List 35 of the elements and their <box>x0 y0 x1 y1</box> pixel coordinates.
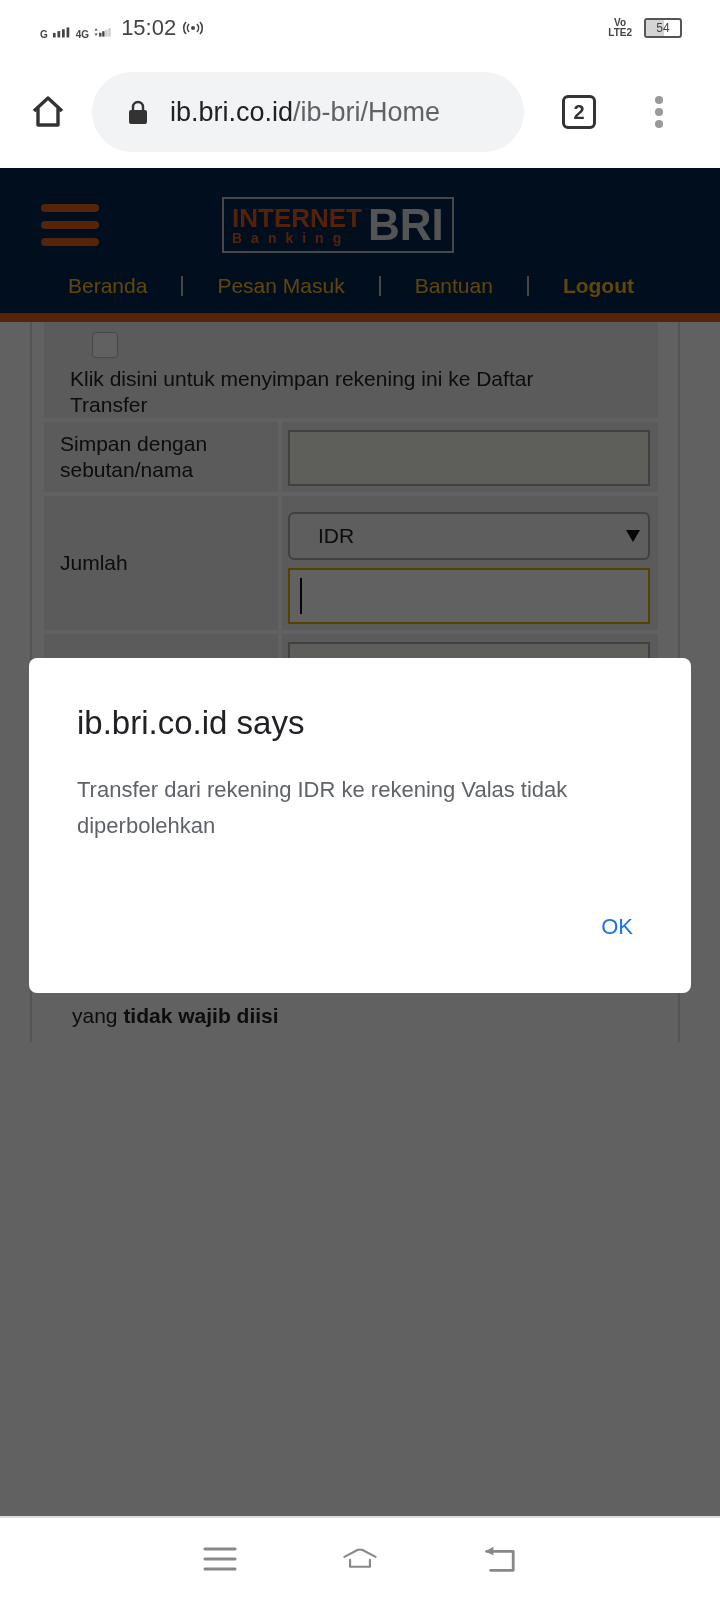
note-text: yang tidak wajib diisi <box>71 1004 280 1028</box>
nav-link[interactable]: Bantuan <box>414 274 493 298</box>
hotspot-icon <box>182 21 205 35</box>
address-bar[interactable]: ib.bri.co.id/ib-bri/Home <box>92 72 524 152</box>
lock-icon <box>128 100 148 124</box>
clock-time: 15:02 <box>121 15 177 41</box>
nav-link[interactable]: Beranda <box>68 274 148 298</box>
input-field[interactable] <box>288 430 650 486</box>
nav-link[interactable]: Pesan Masuk <box>217 274 345 298</box>
signal-icon <box>51 26 72 38</box>
dialog-title: ib.bri.co.id says <box>77 704 306 742</box>
volte-label: Vo <box>614 18 627 28</box>
tab-count-button[interactable]: 2 <box>562 95 596 129</box>
network-label: 4G <box>75 29 90 40</box>
field-label: Jumlah <box>60 550 128 576</box>
menu-icon[interactable] <box>203 1545 237 1573</box>
dialog-message: Transfer dari rekening IDR ke rekening Valas tidak diperbolehkan <box>77 776 569 840</box>
battery-icon: 54 <box>644 18 682 38</box>
menu-icon[interactable] <box>40 203 100 247</box>
back-icon[interactable] <box>483 1545 517 1573</box>
signal-icon <box>93 26 114 38</box>
nav-link[interactable]: Logout <box>562 274 635 298</box>
field-label: Simpan dengan sebutan/nama <box>60 431 209 483</box>
caret-icon <box>626 530 640 542</box>
checkbox-label: Klik disini untuk menyimpan rekening ini ke Daftar Transfer <box>70 366 535 418</box>
more-icon[interactable] <box>654 95 664 129</box>
input-field[interactable] <box>288 568 650 624</box>
checkbox[interactable] <box>92 332 118 358</box>
logo-text: Banking <box>232 231 352 245</box>
currency-dropdown[interactable]: IDR <box>288 512 650 560</box>
logo-text: INTERNET <box>232 205 362 231</box>
network-label: G <box>40 29 48 40</box>
logo-text: BRI <box>368 203 444 247</box>
lte-label: LTE2 <box>608 28 632 38</box>
url-text: ib.bri.co.id/ib-bri/Home <box>170 96 441 128</box>
